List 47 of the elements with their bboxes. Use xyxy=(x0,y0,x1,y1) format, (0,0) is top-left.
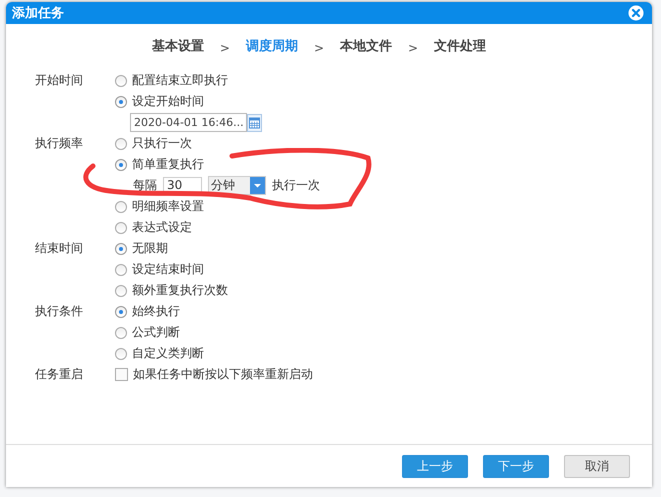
radio-button[interactable] xyxy=(115,222,127,234)
close-icon[interactable] xyxy=(628,5,644,21)
step-tab[interactable]: 基本设置 xyxy=(152,37,204,55)
radio-button[interactable] xyxy=(115,284,127,296)
field-label: 结束时间 xyxy=(35,240,84,257)
option-label: 设定结束时间 xyxy=(132,261,204,278)
radio-button[interactable] xyxy=(115,326,127,338)
interval-suffix: 执行一次 xyxy=(272,177,320,194)
step-tab[interactable]: 本地文件 xyxy=(340,37,392,55)
date-field[interactable]: 2020-04-01 16:46... xyxy=(130,113,247,132)
window-title: 添加任务 xyxy=(12,5,64,22)
step-separator: > xyxy=(314,41,324,55)
option-label: 额外重复执行次数 xyxy=(132,282,228,299)
radio-button[interactable] xyxy=(115,242,127,254)
field-label: 任务重启 xyxy=(35,366,84,383)
interval-field[interactable]: 30 xyxy=(163,177,202,194)
dialog-button[interactable]: 取消 xyxy=(564,454,630,478)
step-tab[interactable]: 文件处理 xyxy=(434,37,486,55)
option-label: 公式判断 xyxy=(132,324,180,341)
radio-button[interactable] xyxy=(115,74,127,86)
radio-button[interactable] xyxy=(115,138,127,150)
radio-button[interactable] xyxy=(115,96,127,108)
option-label: 无限期 xyxy=(132,240,168,257)
option-label: 自定义类判断 xyxy=(132,345,204,362)
option-label: 如果任务中断按以下频率重新启动 xyxy=(133,366,313,383)
step-separator: > xyxy=(220,41,230,55)
step-separator: > xyxy=(408,41,418,55)
option-label: 始终执行 xyxy=(132,303,180,320)
radio-button[interactable] xyxy=(115,306,127,318)
radio-button[interactable] xyxy=(115,200,127,212)
unit-dropdown[interactable]: 分钟 xyxy=(208,176,266,195)
option-label: 配置结束立即执行 xyxy=(132,72,228,89)
option-label: 明细频率设置 xyxy=(132,198,204,215)
field-label: 执行条件 xyxy=(35,303,84,320)
option-label: 简单重复执行 xyxy=(132,156,204,173)
option-label: 表达式设定 xyxy=(132,219,192,236)
field-label: 开始时间 xyxy=(35,72,84,89)
radio-button[interactable] xyxy=(115,348,127,360)
option-label: 只执行一次 xyxy=(132,135,192,152)
interval-label: 每隔 xyxy=(133,177,157,194)
radio-button[interactable] xyxy=(115,158,127,170)
checkbox[interactable] xyxy=(115,368,128,381)
option-label: 设定开始时间 xyxy=(132,93,204,110)
calendar-icon[interactable] xyxy=(247,114,262,132)
field-label: 执行频率 xyxy=(35,135,84,152)
radio-button[interactable] xyxy=(115,264,127,276)
step-tab[interactable]: 调度周期 xyxy=(246,37,298,55)
